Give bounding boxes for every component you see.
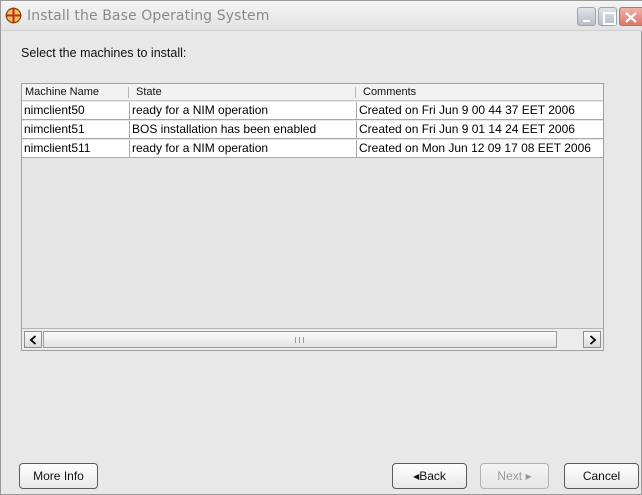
- close-icon[interactable]: [619, 7, 642, 26]
- table-header: Machine Name State Comments: [22, 84, 603, 101]
- maximize-icon[interactable]: [598, 7, 617, 26]
- machines-table: Machine Name State Comments nimclient50 …: [21, 83, 604, 351]
- next-button[interactable]: Next ▶: [480, 463, 549, 489]
- table-row[interactable]: nimclient51 BOS installation has been en…: [22, 121, 603, 139]
- window-title: Install the Base Operating System: [27, 8, 270, 24]
- table-row[interactable]: nimclient50 ready for a NIM operation Cr…: [22, 102, 603, 120]
- next-label: Next: [497, 469, 523, 483]
- machine-name-cell: nimclient51: [24, 122, 85, 136]
- machine-name-cell: nimclient50: [24, 103, 85, 117]
- chevron-right-icon: [589, 335, 597, 345]
- title-bar[interactable]: Install the Base Operating System: [1, 1, 642, 31]
- instruction-label: Select the machines to install:: [21, 46, 187, 60]
- cancel-button[interactable]: Cancel: [564, 463, 639, 489]
- install-bos-dialog: Install the Base Operating System Select…: [0, 0, 642, 495]
- table-row[interactable]: nimclient511 ready for a NIM operation C…: [22, 140, 603, 158]
- caret-right-icon: ▶: [525, 472, 532, 481]
- back-label: Back: [419, 469, 446, 483]
- scroll-left-button[interactable]: [24, 331, 42, 348]
- comments-cell: Created on Mon Jun 12 09 17 08 EET 2006: [356, 140, 603, 157]
- scroll-right-button[interactable]: [583, 331, 601, 348]
- column-divider[interactable]: [355, 87, 356, 98]
- state-cell: BOS installation has been enabled: [129, 121, 356, 138]
- machine-name-cell: nimclient511: [24, 141, 91, 155]
- minimize-icon[interactable]: [577, 7, 596, 26]
- column-header-comments[interactable]: Comments: [363, 86, 416, 98]
- chevron-left-icon: [29, 335, 37, 345]
- horizontal-scrollbar[interactable]: [22, 328, 603, 350]
- comments-cell: Created on Fri Jun 9 00 44 37 EET 2006: [356, 102, 603, 119]
- crosshair-globe-icon: [5, 7, 22, 24]
- column-header-machine-name[interactable]: Machine Name: [25, 86, 99, 98]
- comments-cell: Created on Fri Jun 9 01 14 24 EET 2006: [356, 121, 603, 138]
- column-divider[interactable]: [128, 87, 129, 98]
- state-cell: ready for a NIM operation: [129, 140, 356, 157]
- column-header-state[interactable]: State: [136, 86, 162, 98]
- grip-icon: [295, 337, 304, 343]
- more-info-button[interactable]: More Info: [19, 463, 98, 489]
- cancel-label: Cancel: [582, 469, 621, 483]
- back-button[interactable]: ◀Back: [392, 463, 467, 489]
- state-cell: ready for a NIM operation: [129, 102, 356, 119]
- scrollbar-thumb[interactable]: [43, 331, 557, 348]
- more-info-label: More Info: [33, 469, 84, 483]
